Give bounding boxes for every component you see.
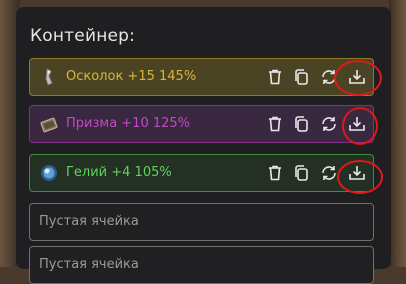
copy-icon[interactable] (292, 115, 310, 133)
container-panel: Контейнер: Осколок +15 145% Призма +10 1… (16, 7, 391, 284)
empty-slot-label: Пустая ячейка (39, 257, 139, 272)
download-icon[interactable] (348, 115, 366, 133)
background-right (389, 0, 406, 267)
empty-slot[interactable]: Пустая ячейка (29, 203, 374, 241)
copy-icon[interactable] (292, 68, 310, 86)
prism-icon (39, 114, 59, 134)
panel-title: Контейнер: (30, 26, 136, 46)
helium-icon (39, 163, 59, 183)
copy-icon[interactable] (292, 164, 310, 182)
slot-item-helium[interactable]: Гелий +4 105% (29, 154, 374, 192)
empty-slot-label: Пустая ячейка (39, 214, 139, 229)
slot-item-shard[interactable]: Осколок +15 145% (29, 58, 374, 96)
download-icon[interactable] (348, 164, 366, 182)
shard-icon (39, 67, 59, 87)
download-icon[interactable] (348, 68, 366, 86)
trash-icon[interactable] (266, 164, 284, 182)
trash-icon[interactable] (266, 115, 284, 133)
slot-name: Гелий +4 105% (66, 165, 172, 180)
swap-icon[interactable] (320, 115, 338, 133)
slot-item-prism[interactable]: Призма +10 125% (29, 105, 374, 143)
empty-slot[interactable]: Пустая ячейка (29, 246, 374, 284)
swap-icon[interactable] (320, 164, 338, 182)
slot-name: Призма +10 125% (66, 116, 191, 131)
trash-icon[interactable] (266, 68, 284, 86)
swap-icon[interactable] (320, 68, 338, 86)
slot-name: Осколок +15 145% (66, 69, 197, 84)
